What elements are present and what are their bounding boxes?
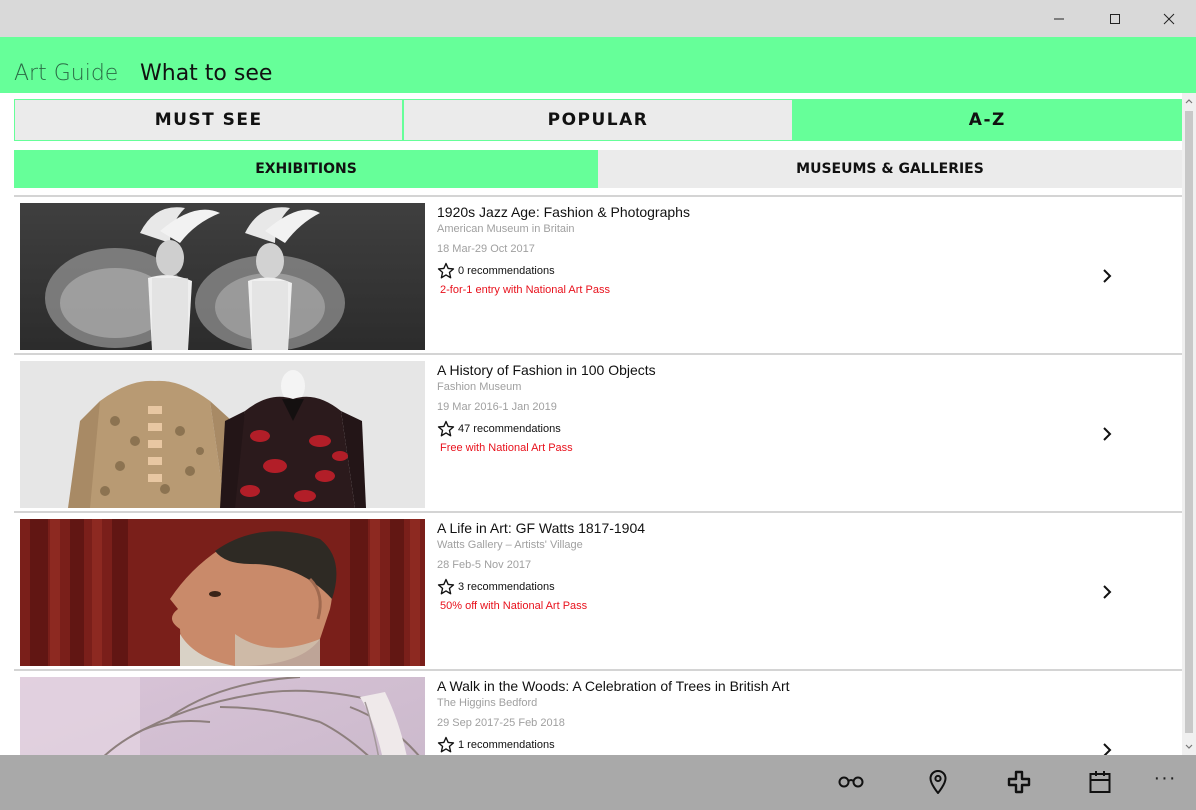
maximize-icon: [1110, 13, 1120, 24]
tab-must-see[interactable]: MUST SEE: [14, 99, 404, 141]
exhibition-title: A Walk in the Woods: A Celebration of Tr…: [437, 678, 790, 694]
window-titlebar: [0, 0, 1196, 37]
page-title: What to see: [140, 61, 273, 86]
app-header: Art Guide What to see: [0, 37, 1196, 93]
exhibition-title: A History of Fashion in 100 Objects: [437, 362, 656, 378]
map-pin-icon[interactable]: [921, 767, 955, 797]
art-pass-offer: Free with National Art Pass: [440, 442, 573, 454]
exhibition-thumbnail: [20, 519, 425, 666]
chevron-right-icon[interactable]: [1094, 263, 1120, 289]
plus-icon[interactable]: [1002, 767, 1036, 797]
command-bar: ···: [0, 755, 1196, 810]
exhibition-row[interactable]: A Walk in the Woods: A Celebration of Tr…: [14, 669, 1182, 755]
scrollbar-thumb[interactable]: [1185, 111, 1193, 733]
star-icon[interactable]: [437, 736, 455, 754]
exhibition-thumbnail: [20, 677, 425, 755]
star-icon[interactable]: [437, 262, 455, 280]
recommendations-count: 47 recommendations: [458, 423, 561, 435]
maximize-button[interactable]: [1092, 0, 1138, 37]
tab-a-z[interactable]: A-Z: [792, 99, 1182, 141]
exhibition-info: A History of Fashion in 100 Objects Fash…: [437, 361, 1077, 454]
exhibition-thumbnail: [20, 361, 425, 508]
recommendations-count: 3 recommendations: [458, 581, 555, 593]
recommendations: 1 recommendations: [437, 736, 1077, 754]
calendar-icon[interactable]: [1083, 767, 1117, 797]
exhibition-row[interactable]: A Life in Art: GF Watts 1817-1904 Watts …: [14, 511, 1182, 669]
recommendations-count: 1 recommendations: [458, 739, 555, 751]
exhibition-row[interactable]: A History of Fashion in 100 Objects Fash…: [14, 353, 1182, 511]
minimize-button[interactable]: [1036, 0, 1082, 37]
exhibition-row[interactable]: 1920s Jazz Age: Fashion & Photographs Am…: [14, 195, 1182, 353]
star-icon[interactable]: [437, 420, 455, 438]
recommendations: 47 recommendations: [437, 420, 1077, 438]
close-button[interactable]: [1146, 0, 1192, 37]
exhibition-dates: 18 Mar-29 Oct 2017: [437, 243, 535, 255]
art-pass-offer: 2-for-1 entry with National Art Pass: [440, 284, 610, 296]
star-icon[interactable]: [437, 578, 455, 596]
art-pass-offer: 50% off with National Art Pass: [440, 600, 588, 612]
glasses-icon[interactable]: [834, 767, 868, 797]
exhibition-venue: Watts Gallery – Artists' Village: [437, 539, 583, 551]
exhibition-venue: The Higgins Bedford: [437, 697, 538, 709]
chevron-right-icon[interactable]: [1094, 421, 1120, 447]
minimize-icon: [1054, 18, 1064, 19]
close-icon: [1163, 13, 1175, 24]
app-name: Art Guide: [14, 61, 119, 86]
secondary-tabs: EXHIBITIONS MUSEUMS & GALLERIES: [14, 150, 1182, 188]
exhibition-dates: 28 Feb-5 Nov 2017: [437, 559, 532, 571]
tab-museums-galleries[interactable]: MUSEUMS & GALLERIES: [598, 150, 1182, 188]
exhibition-dates: 19 Mar 2016-1 Jan 2019: [437, 401, 557, 413]
tab-exhibitions[interactable]: EXHIBITIONS: [14, 150, 598, 188]
exhibition-info: 1920s Jazz Age: Fashion & Photographs Am…: [437, 203, 1077, 296]
exhibition-venue: Fashion Museum: [437, 381, 522, 393]
chevron-right-icon[interactable]: [1094, 579, 1120, 605]
exhibition-title: A Life in Art: GF Watts 1817-1904: [437, 520, 646, 536]
recommendations: 3 recommendations: [437, 578, 1077, 596]
chevron-right-icon[interactable]: [1094, 737, 1120, 755]
recommendations-count: 0 recommendations: [458, 265, 555, 277]
exhibition-dates: 29 Sep 2017-25 Feb 2018: [437, 717, 565, 729]
scroll-up-arrow-icon[interactable]: [1182, 93, 1196, 109]
vertical-scrollbar[interactable]: [1182, 93, 1196, 755]
scroll-down-arrow-icon[interactable]: [1182, 739, 1196, 755]
tab-popular[interactable]: POPULAR: [403, 99, 793, 141]
more-options-button[interactable]: ···: [1150, 768, 1180, 793]
primary-tabs: MUST SEE POPULAR A-Z: [14, 99, 1182, 141]
exhibition-venue: American Museum in Britain: [437, 223, 575, 235]
exhibition-title: 1920s Jazz Age: Fashion & Photographs: [437, 204, 690, 220]
exhibition-thumbnail: [20, 203, 425, 350]
recommendations: 0 recommendations: [437, 262, 1077, 280]
exhibition-info: A Life in Art: GF Watts 1817-1904 Watts …: [437, 519, 1077, 612]
exhibition-info: A Walk in the Woods: A Celebration of Tr…: [437, 677, 1077, 754]
exhibition-list: 1920s Jazz Age: Fashion & Photographs Am…: [14, 195, 1182, 755]
